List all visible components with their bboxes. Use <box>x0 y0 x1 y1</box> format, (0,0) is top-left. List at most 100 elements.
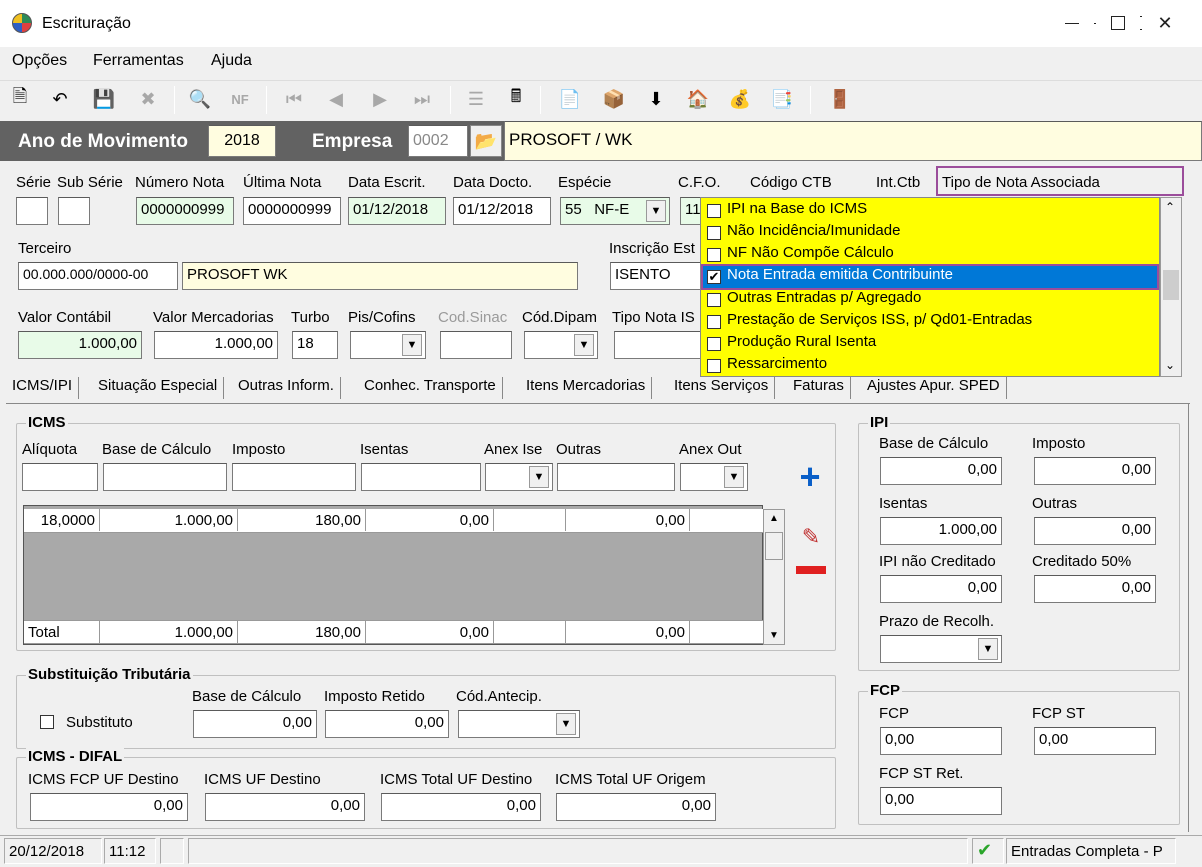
ipi-nao-cred-input[interactable]: 0,00 <box>880 575 1002 603</box>
last-record-icon[interactable]: ⏭ <box>408 85 436 113</box>
serie-input[interactable] <box>16 197 48 225</box>
scroll-thumb[interactable] <box>765 532 783 560</box>
tab-outras-inform[interactable]: Outras Inform. <box>238 377 341 399</box>
menu-ajuda[interactable]: Ajuda <box>211 52 252 70</box>
ipi-base-input[interactable]: 0,00 <box>880 457 1002 485</box>
fcp-st-ret-input[interactable]: 0,00 <box>880 787 1002 815</box>
list-item[interactable]: Outras Entradas p/ Agregado <box>703 289 1157 311</box>
tab-itens-servicos[interactable]: Itens Serviços <box>674 377 776 399</box>
scroll-down-icon[interactable]: ▼ <box>769 630 779 641</box>
list-item[interactable]: IPI na Base do ICMS <box>703 200 1157 222</box>
menu-opcoes[interactable]: Opções <box>12 52 67 70</box>
spreadsheet-icon[interactable]: 📑 <box>768 85 796 113</box>
tab-situacao-especial[interactable]: Situação Especial <box>98 377 225 399</box>
substituto-checkbox[interactable] <box>40 715 54 729</box>
tab-conhec-transporte[interactable]: Conhec. Transporte <box>364 377 503 399</box>
box-icon[interactable]: 📦 <box>600 85 628 113</box>
save-icon[interactable]: 💾 <box>90 85 118 113</box>
first-record-icon[interactable]: ⏮ <box>280 85 308 113</box>
checkbox[interactable] <box>707 337 721 351</box>
tab-itens-mercadorias[interactable]: Itens Mercadorias <box>526 377 653 399</box>
new-document-icon[interactable]: 🗎 <box>6 85 34 113</box>
scroll-up-icon[interactable]: ⌃ <box>1165 200 1175 214</box>
minimize-window-button[interactable] <box>1050 8 1094 38</box>
download-icon[interactable]: ⬇ <box>642 85 670 113</box>
anex-ise-dropdown[interactable]: ▼ <box>529 466 549 488</box>
icms-grid-scrollbar[interactable]: ▲ ▼ <box>763 509 785 645</box>
inscricao-input[interactable]: ISENTO <box>610 262 702 290</box>
print-preview-icon[interactable]: 🔍 <box>186 85 214 113</box>
terceiro-doc-input[interactable]: 00.000.000/0000-00 <box>18 262 178 290</box>
st-antecip-dropdown[interactable]: ▼ <box>556 713 576 735</box>
remove-row-icon[interactable] <box>796 566 826 574</box>
calculator-icon[interactable]: 🖩 <box>502 85 530 113</box>
difal-total-dest-input[interactable]: 0,00 <box>381 793 541 821</box>
st-base-input[interactable]: 0,00 <box>193 710 317 738</box>
tab-icms-ipi[interactable]: ICMS/IPI <box>12 377 80 399</box>
fcp-st-input[interactable]: 0,00 <box>1034 727 1156 755</box>
list-item[interactable]: Produção Rural Isenta <box>703 333 1157 355</box>
icms-base-input[interactable] <box>103 463 227 491</box>
fcp-input[interactable]: 0,00 <box>880 727 1002 755</box>
valor-contabil-input[interactable]: 1.000,00 <box>18 331 142 359</box>
ipi-isentas-input[interactable]: 1.000,00 <box>880 517 1002 545</box>
icms-isentas-input[interactable] <box>361 463 481 491</box>
scroll-thumb[interactable] <box>1163 270 1179 300</box>
exit-icon[interactable]: 🚪 <box>826 85 854 113</box>
nfe-icon[interactable]: NF <box>226 85 254 113</box>
prev-record-icon[interactable]: ◀ <box>322 85 350 113</box>
valor-mercadorias-input[interactable]: 1.000,00 <box>154 331 278 359</box>
sub-serie-input[interactable] <box>58 197 90 225</box>
tab-ajustes-sped[interactable]: Ajustes Apur. SPED <box>867 377 1007 399</box>
tipo-list-scrollbar[interactable]: ⌃ ⌄ <box>1160 197 1182 377</box>
data-docto-input[interactable]: 01/12/2018 <box>453 197 551 225</box>
tab-faturas[interactable]: Faturas <box>793 377 851 399</box>
maximize-btn[interactable] <box>1096 8 1140 38</box>
delete-icon[interactable]: ✖ <box>134 85 162 113</box>
cod-dipam-dropdown[interactable]: ▼ <box>574 334 594 356</box>
next-record-icon[interactable]: ▶ <box>366 85 394 113</box>
scroll-up-icon[interactable]: ▲ <box>769 513 779 524</box>
money-bag-icon[interactable]: 💰 <box>726 85 754 113</box>
house-icon[interactable]: 🏠 <box>684 85 712 113</box>
table-row[interactable]: 18,0000 1.000,00 180,00 0,00 0,00 <box>24 509 764 533</box>
list-item-selected[interactable]: ✔ Nota Entrada emitida Contribuinte <box>701 264 1159 290</box>
numero-nota-input[interactable]: 0000000999 <box>136 197 234 225</box>
checkbox[interactable] <box>707 226 721 240</box>
ipi-outras-input[interactable]: 0,00 <box>1034 517 1156 545</box>
pis-cofins-dropdown[interactable]: ▼ <box>402 334 422 356</box>
tipo-nota-associada-header[interactable]: Tipo de Nota Associada <box>936 166 1184 196</box>
anex-out-dropdown[interactable]: ▼ <box>724 466 744 488</box>
difal-fcp-input[interactable]: 0,00 <box>30 793 188 821</box>
list-item[interactable]: NF Não Compõe Cálculo <box>703 244 1157 266</box>
cfo-input[interactable]: 11 <box>680 197 702 225</box>
tree-icon[interactable]: ☰ <box>462 85 490 113</box>
menu-ferramentas[interactable]: Ferramentas <box>93 52 184 70</box>
data-escrit-input[interactable]: 01/12/2018 <box>348 197 446 225</box>
list-item[interactable]: Não Incidência/Imunidade <box>703 222 1157 244</box>
checkbox[interactable] <box>707 293 721 307</box>
tipo-nota-select[interactable] <box>614 331 702 359</box>
checkbox[interactable] <box>707 204 721 218</box>
ipi-prazo-dropdown[interactable]: ▼ <box>978 638 998 660</box>
difal-uf-dest-input[interactable]: 0,00 <box>205 793 365 821</box>
close-button[interactable]: ✕ <box>1142 8 1188 38</box>
ipi-cred50-input[interactable]: 0,00 <box>1034 575 1156 603</box>
document-icon[interactable]: 📄 <box>556 85 584 113</box>
aliquota-input[interactable] <box>22 463 98 491</box>
scroll-down-icon[interactable]: ⌄ <box>1165 358 1175 372</box>
add-row-button[interactable]: + <box>792 456 828 497</box>
difal-total-orig-input[interactable]: 0,00 <box>556 793 716 821</box>
open-folder-button[interactable]: 📂 <box>470 125 502 157</box>
ano-field[interactable]: 2018 <box>208 125 276 157</box>
edit-row-button[interactable]: ✎ <box>794 522 828 552</box>
list-item[interactable]: Ressarcimento <box>703 355 1157 377</box>
especie-dropdown-button[interactable]: ▼ <box>646 200 666 222</box>
list-item[interactable]: Prestação de Serviços ISS, p/ Qd01-Entra… <box>703 311 1157 333</box>
empresa-code-field[interactable]: 0002 <box>408 125 468 157</box>
checkbox[interactable] <box>707 359 721 373</box>
ipi-imposto-input[interactable]: 0,00 <box>1034 457 1156 485</box>
checkbox[interactable] <box>707 248 721 262</box>
checkbox-checked[interactable]: ✔ <box>707 270 721 284</box>
icms-imposto-input[interactable] <box>232 463 356 491</box>
